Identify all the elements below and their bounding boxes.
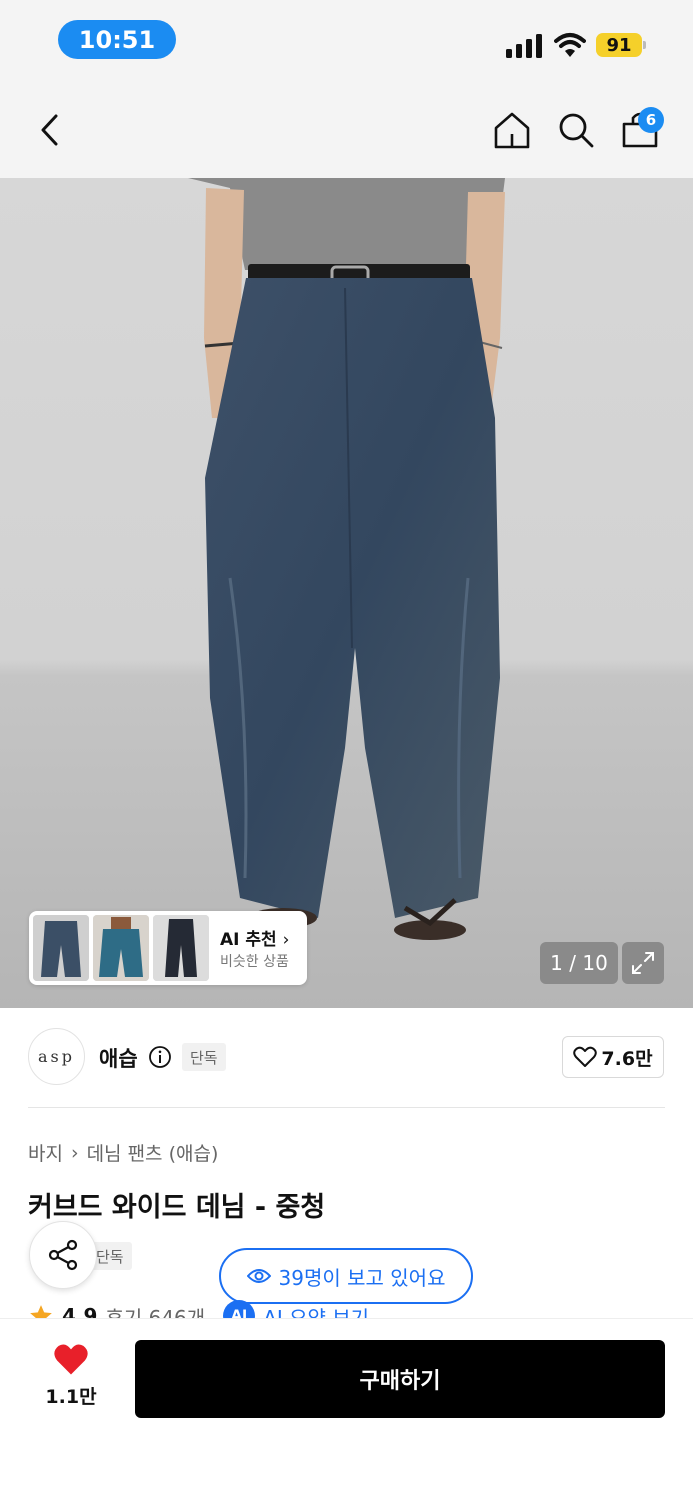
expand-icon <box>632 952 654 974</box>
similar-thumbnail-3[interactable] <box>153 915 209 981</box>
ai-recommend-title: AI 추천 › <box>220 930 290 950</box>
home-icon[interactable] <box>492 110 532 150</box>
share-button[interactable] <box>29 1221 97 1289</box>
similar-thumbnail-1[interactable] <box>33 915 89 981</box>
buy-button[interactable]: 구매하기 <box>135 1340 665 1418</box>
expand-button[interactable] <box>622 942 664 984</box>
heart-filled-icon <box>54 1344 88 1375</box>
cart-count-badge: 6 <box>638 107 664 133</box>
divider <box>28 1107 665 1108</box>
live-viewers-text: 39명이 보고 있어요 <box>278 1265 446 1290</box>
jeans-photo <box>188 178 505 940</box>
live-viewers-badge: 39명이 보고 있어요 <box>219 1248 473 1304</box>
back-arrow-icon[interactable] <box>36 112 64 148</box>
product-image[interactable] <box>0 178 693 1008</box>
brand-logo[interactable]: asp <box>28 1028 85 1085</box>
product-title: 커브드 와이드 데님 - 중청 <box>28 1192 326 1223</box>
share-icon <box>48 1239 78 1271</box>
brand-like-count: 7.6만 <box>601 1047 653 1070</box>
exclusive-tag: 단독 <box>182 1043 226 1071</box>
breadcrumb: 바지 › 데님 팬츠 (애습) <box>28 1139 218 1166</box>
chevron-right-icon: › <box>282 930 290 950</box>
battery-tip <box>643 41 646 49</box>
chevron-right-icon: › <box>70 1141 79 1164</box>
info-icon[interactable] <box>148 1045 172 1069</box>
cellular-signal-icon <box>506 34 542 58</box>
wishlist-button[interactable]: 1.1만 <box>40 1342 102 1409</box>
ai-recommend-card[interactable]: AI 추천 › 비슷한 상품 <box>29 911 307 985</box>
brand-name[interactable]: 애습 <box>99 1043 138 1073</box>
heart-outline-icon <box>573 1046 598 1067</box>
search-icon[interactable] <box>556 110 596 150</box>
status-time: 10:51 <box>58 20 176 59</box>
status-bar: 10:51 91 <box>0 0 693 82</box>
wifi-icon <box>554 33 586 57</box>
eye-icon <box>246 1269 271 1283</box>
ai-recommend-subtitle: 비슷한 상품 <box>220 954 289 970</box>
wishlist-count: 1.1만 <box>45 1386 97 1408</box>
image-counter: 1 / 10 <box>540 942 618 984</box>
breadcrumb-subcategory[interactable]: 데님 팬츠 (애습) <box>87 1139 219 1166</box>
brand-like-button[interactable]: 7.6만 <box>562 1036 664 1078</box>
similar-thumbnail-2[interactable] <box>93 915 149 981</box>
battery-indicator: 91 <box>596 33 642 57</box>
breadcrumb-category[interactable]: 바지 <box>28 1139 63 1166</box>
